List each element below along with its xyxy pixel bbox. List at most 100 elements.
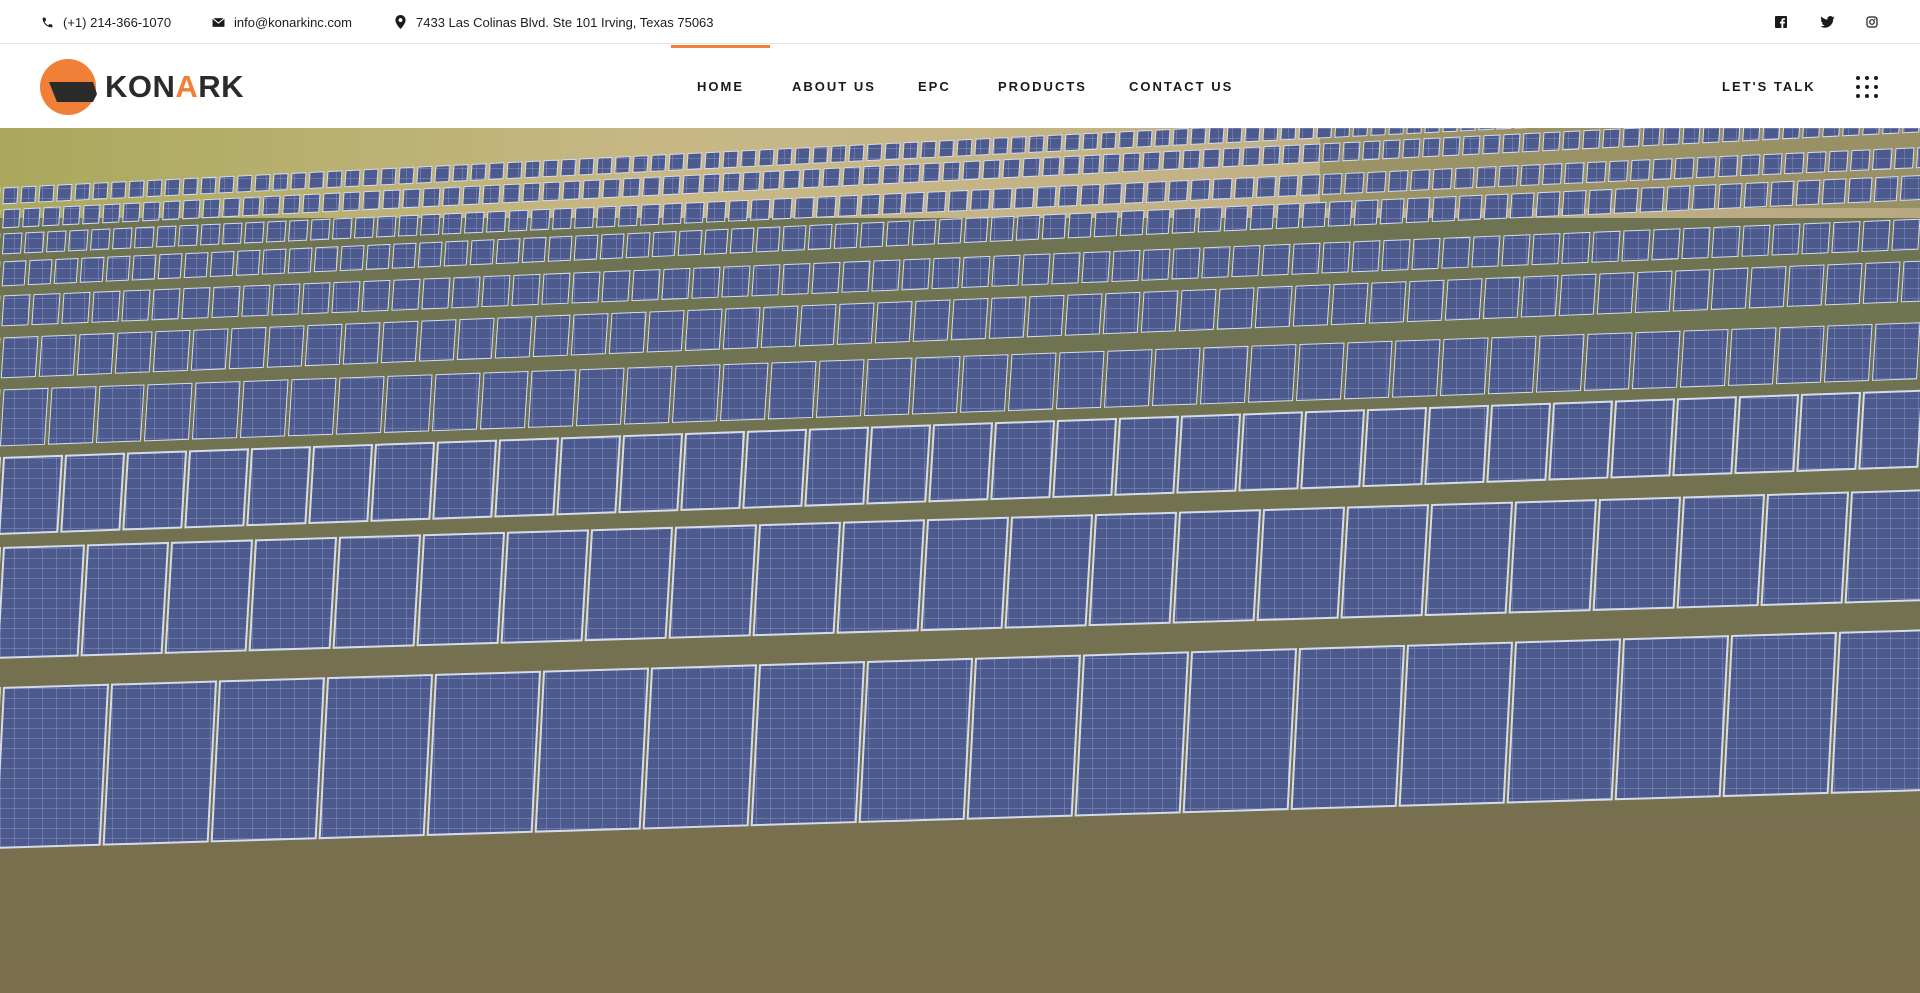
solar-panel — [830, 145, 847, 163]
solar-panel — [90, 228, 111, 251]
solar-panel — [562, 180, 581, 201]
contact-phone[interactable]: (+1) 214-366-1070 — [40, 0, 171, 44]
map-pin-icon — [393, 15, 407, 29]
solar-panel — [1290, 644, 1406, 811]
facebook-icon[interactable] — [1770, 0, 1792, 44]
solar-panel — [131, 254, 157, 281]
dots-grid-icon[interactable] — [1856, 76, 1878, 98]
solar-panel — [2, 186, 19, 205]
solar-panel — [1722, 128, 1741, 143]
solar-panel — [963, 217, 989, 244]
solar-panel — [1292, 284, 1331, 327]
solar-panel — [950, 297, 989, 341]
solar-panel — [164, 539, 254, 654]
solar-panel — [272, 173, 289, 191]
solar-panel — [1, 260, 27, 287]
solar-panel — [1583, 332, 1633, 391]
solar-panel — [866, 424, 932, 505]
solar-panel — [1322, 142, 1341, 163]
solar-panel — [222, 222, 243, 245]
solar-panel — [1282, 144, 1301, 165]
solar-panel — [532, 314, 571, 358]
solar-panel — [110, 181, 127, 199]
solar-panel — [416, 531, 506, 647]
solar-panel — [1679, 329, 1729, 388]
solar-panel — [218, 175, 235, 194]
twitter-icon[interactable] — [1816, 0, 1838, 44]
solar-panel — [242, 196, 261, 217]
solar-panel — [1074, 651, 1190, 817]
solar-panel — [1103, 349, 1153, 408]
nav-home[interactable]: HOME — [671, 45, 770, 128]
nav-about-us[interactable]: ABOUT US — [792, 45, 876, 128]
konark-logo[interactable]: KONARK — [39, 58, 251, 116]
lets-talk-button[interactable]: LET'S TALK — [1722, 45, 1816, 128]
solar-panel — [1026, 294, 1065, 338]
solar-panel — [541, 272, 571, 305]
solar-panel — [650, 154, 667, 172]
solar-panel — [1608, 160, 1629, 183]
solar-panel — [432, 439, 498, 520]
solar-panel — [1182, 149, 1201, 170]
solar-panel — [959, 354, 1009, 413]
solar-panel — [146, 179, 163, 198]
solar-panel — [1212, 178, 1233, 200]
solar-panel — [703, 228, 729, 255]
solar-panel — [1672, 269, 1711, 312]
solar-panel — [398, 166, 415, 185]
solar-panel — [1261, 243, 1291, 276]
solar-panel — [582, 179, 601, 200]
solar-panel — [632, 155, 649, 173]
solar-panel — [542, 181, 561, 202]
solar-panel — [1051, 252, 1081, 285]
solar-panel — [1486, 402, 1552, 483]
nav-products[interactable]: PRODUCTS — [998, 45, 1087, 128]
nav-epc[interactable]: EPC — [918, 45, 951, 128]
solar-panel — [1100, 131, 1117, 150]
solar-panel — [1366, 171, 1387, 193]
nav-contact-us[interactable]: CONTACT US — [1129, 45, 1233, 128]
solar-panel — [1102, 182, 1123, 205]
solar-panel — [1622, 128, 1641, 148]
solar-panel — [1520, 164, 1541, 187]
solar-panel — [534, 667, 650, 833]
instagram-icon[interactable] — [1861, 0, 1883, 44]
solar-panel — [573, 234, 599, 261]
solar-panel — [1254, 285, 1293, 329]
solar-panel — [0, 335, 39, 379]
solar-panel — [804, 426, 870, 507]
solar-panel — [1300, 409, 1366, 490]
contact-email[interactable]: info@konarkinc.com — [211, 0, 352, 44]
solar-panel — [1582, 129, 1601, 150]
solar-panel — [1321, 241, 1351, 274]
solar-panel — [1487, 335, 1537, 395]
solar-panel — [596, 205, 617, 228]
solar-panel — [1718, 155, 1739, 178]
solar-panel — [486, 210, 507, 233]
solar-panel — [331, 281, 361, 314]
solar-panel — [152, 329, 191, 373]
solar-panel — [1140, 290, 1179, 333]
solar-panel — [1542, 163, 1563, 186]
solar-panel — [1064, 293, 1103, 336]
solar-panel — [931, 257, 961, 290]
solar-panel — [1046, 134, 1063, 153]
solar-panel — [178, 224, 199, 247]
solar-panel — [1602, 128, 1621, 149]
solar-panel — [183, 252, 209, 279]
solar-panel — [1858, 389, 1920, 470]
solar-panel — [1330, 282, 1369, 326]
solar-panel — [782, 169, 801, 190]
solar-panel — [102, 203, 121, 224]
solar-panel — [1558, 273, 1597, 317]
contact-address[interactable]: 7433 Las Colinas Blvd. Ste 101 Irving, T… — [393, 0, 714, 44]
solar-panel — [1482, 276, 1521, 320]
solar-panel — [938, 139, 955, 158]
solar-panel — [651, 231, 677, 258]
solar-panel — [402, 188, 421, 209]
solar-panel — [1702, 128, 1721, 144]
solar-panel — [1327, 200, 1353, 227]
solar-panel — [547, 235, 573, 262]
solar-panel — [622, 177, 641, 198]
solar-panel — [1900, 260, 1920, 303]
